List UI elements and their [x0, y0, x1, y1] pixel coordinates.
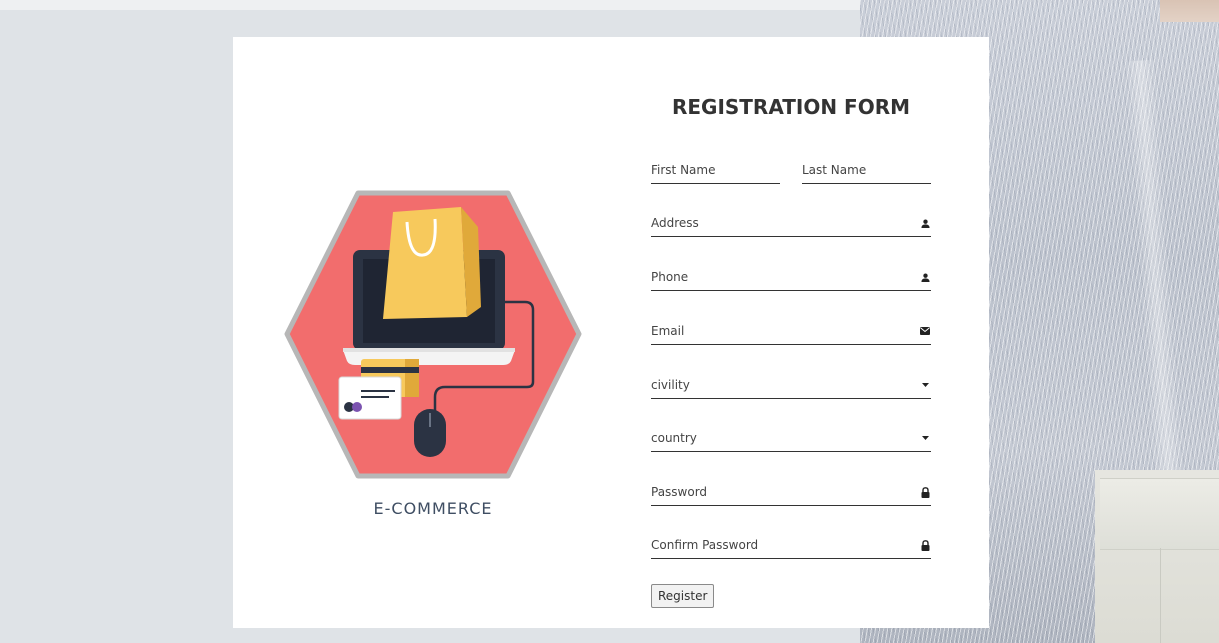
background-photo-neck	[1160, 0, 1219, 22]
lock-icon	[919, 538, 931, 552]
envelope-icon	[919, 324, 931, 338]
civility-select[interactable]: civility	[651, 373, 931, 397]
email-field	[651, 319, 931, 345]
last-name-input[interactable]	[802, 158, 931, 182]
country-field: country	[651, 426, 931, 452]
address-input[interactable]	[651, 211, 931, 235]
register-button[interactable]: Register	[651, 584, 715, 608]
country-select[interactable]: country	[651, 426, 931, 450]
last-name-field	[802, 158, 931, 184]
phone-input[interactable]	[651, 265, 931, 289]
phone-field	[651, 265, 931, 291]
confirm-password-input[interactable]	[651, 533, 931, 557]
e-commerce-label: E-COMMERCE	[373, 499, 493, 518]
password-field	[651, 480, 931, 506]
caret-down-icon	[919, 378, 931, 392]
password-input[interactable]	[651, 480, 931, 504]
email-input[interactable]	[651, 319, 931, 343]
civility-field: civility	[651, 373, 931, 399]
first-name-input[interactable]	[651, 158, 780, 182]
user-icon	[919, 270, 931, 284]
registration-card: E-COMMERCE REGISTRATION FORM First Name …	[233, 37, 989, 628]
e-commerce-illustration	[284, 190, 582, 479]
background-photo-belt	[1100, 478, 1219, 550]
page: E-COMMERCE REGISTRATION FORM First Name …	[0, 0, 1219, 643]
background-photo-seam	[1160, 548, 1161, 643]
first-name-field	[651, 158, 780, 184]
caret-down-icon	[919, 431, 931, 445]
user-icon	[919, 216, 931, 230]
form-title: REGISTRATION FORM	[671, 95, 911, 119]
confirm-password-field	[651, 533, 931, 559]
address-field	[651, 211, 931, 237]
lock-icon	[919, 485, 931, 499]
